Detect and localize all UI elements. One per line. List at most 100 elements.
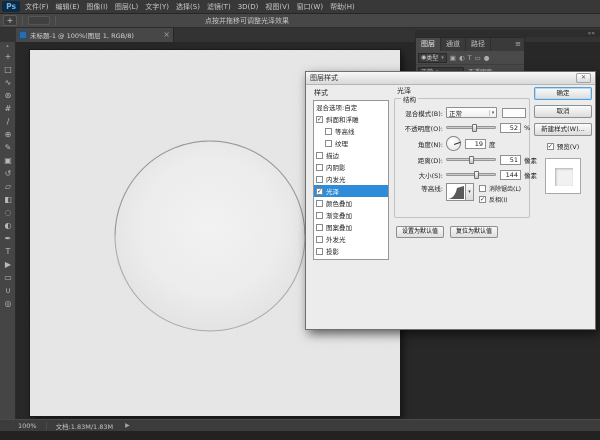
menu-item[interactable]: 文件(F) — [25, 2, 49, 12]
options-widget[interactable] — [28, 16, 50, 25]
distance-input[interactable]: 51 — [500, 155, 521, 165]
style-checkbox-outer-glow[interactable] — [316, 236, 323, 243]
style-item-gradient-overlay[interactable]: 渐变叠加 — [314, 209, 388, 221]
smart-object-filter-icon[interactable]: ● — [484, 53, 490, 63]
style-checkbox-inner-shadow[interactable] — [316, 164, 323, 171]
tool-rectangle-shape[interactable]: ▭ — [0, 271, 16, 284]
style-checkbox-drop-shadow[interactable] — [316, 248, 323, 255]
size-slider[interactable] — [446, 173, 496, 176]
tool-blur[interactable]: ◌ — [0, 206, 16, 219]
set-default-button[interactable]: 设置为默认值 — [396, 226, 444, 238]
tool-lasso[interactable]: ∿ — [0, 76, 16, 89]
ok-button[interactable]: 确定 — [534, 87, 592, 100]
contour-picker[interactable] — [446, 183, 466, 201]
menu-item[interactable]: 窗口(W) — [297, 2, 323, 12]
style-item-texture[interactable]: 纹理 — [314, 137, 388, 149]
tool-history-brush[interactable]: ↺ — [0, 167, 16, 180]
satin-color-swatch[interactable] — [502, 108, 526, 118]
angle-dial[interactable] — [446, 136, 461, 151]
style-item-stroke[interactable]: 描边 — [314, 149, 388, 161]
style-item-inner-shadow[interactable]: 内阴影 — [314, 161, 388, 173]
invert-checkbox[interactable]: ✓ — [479, 196, 486, 203]
style-item-pattern-overlay[interactable]: 图案叠加 — [314, 221, 388, 233]
style-checkbox-color-overlay[interactable] — [316, 200, 323, 207]
move-tool-icon[interactable]: + — [3, 15, 17, 26]
blend-mode-select[interactable]: 正常 ▾ — [446, 107, 497, 118]
pixel-layer-filter-icon[interactable]: ▣ — [450, 53, 456, 63]
menu-item[interactable]: 3D(D) — [238, 3, 259, 11]
menu-item[interactable]: 滤镜(T) — [207, 2, 231, 12]
panel-tab-channels[interactable]: 通道 — [441, 38, 466, 51]
adjustment-layer-filter-icon[interactable]: ◐ — [459, 53, 465, 63]
angle-input[interactable]: 19 — [465, 139, 486, 149]
opacity-slider-thumb[interactable] — [472, 124, 477, 132]
status-options-arrow-icon[interactable]: ▶ — [125, 422, 130, 429]
style-item-inner-glow[interactable]: 内发光 — [314, 173, 388, 185]
style-item-contour[interactable]: 等高线 — [314, 125, 388, 137]
style-item-satin[interactable]: ✓光泽 — [314, 185, 388, 197]
tool-eraser[interactable]: ▱ — [0, 180, 16, 193]
tool-dodge[interactable]: ◐ — [0, 219, 16, 232]
size-slider-thumb[interactable] — [474, 171, 479, 179]
style-checkbox-texture[interactable] — [325, 140, 332, 147]
antialias-option[interactable]: 消除锯齿(L) — [479, 183, 521, 194]
menu-item[interactable]: 图层(L) — [115, 2, 138, 12]
style-item-blending-options[interactable]: 混合选项:自定 — [314, 101, 388, 113]
tool-spot-healing-brush[interactable]: ⊕ — [0, 128, 16, 141]
tool-rectangular-marquee[interactable]: □ — [0, 63, 16, 76]
style-checkbox-pattern-overlay[interactable] — [316, 224, 323, 231]
tool-quick-selection[interactable]: ⊛ — [0, 89, 16, 102]
invert-option[interactable]: ✓ 反相(I) — [479, 194, 521, 205]
tool-clone-stamp[interactable]: ▣ — [0, 154, 16, 167]
layer-filter-select[interactable]: ◉ 类型 ▾ — [418, 53, 447, 63]
tool-gradient[interactable]: ◧ — [0, 193, 16, 206]
style-checkbox-stroke[interactable] — [316, 152, 323, 159]
dialog-title-bar[interactable]: 图层样式 ✕ — [306, 72, 595, 85]
size-input[interactable]: 144 — [500, 170, 521, 180]
tool-hand[interactable]: ∪ — [0, 284, 16, 297]
zoom-level-field[interactable]: 100% — [18, 422, 37, 430]
menu-item[interactable]: 图像(I) — [86, 2, 108, 12]
style-checkbox-satin[interactable]: ✓ — [316, 188, 323, 195]
style-checkbox-bevel-emboss[interactable]: ✓ — [316, 116, 323, 123]
panel-tab-layers[interactable]: 图层 — [416, 38, 441, 51]
shape-layer-filter-icon[interactable]: ▭ — [475, 53, 481, 63]
opacity-input[interactable]: 52 — [500, 123, 521, 133]
close-icon[interactable]: × — [163, 31, 170, 39]
menu-item[interactable]: 视图(V) — [265, 2, 289, 12]
new-style-button[interactable]: 新建样式(W)... — [534, 123, 592, 136]
opacity-slider[interactable] — [446, 126, 496, 129]
style-item-outer-glow[interactable]: 外发光 — [314, 233, 388, 245]
tool-eyedropper[interactable]: ∕ — [0, 115, 16, 128]
tool-type[interactable]: T — [0, 245, 16, 258]
panel-tab-paths[interactable]: 路径 — [466, 38, 491, 51]
tool-zoom[interactable]: ◎ — [0, 297, 16, 310]
antialias-checkbox[interactable] — [479, 185, 486, 192]
tool-pen[interactable]: ✒ — [0, 232, 16, 245]
chevron-down-icon[interactable]: ▾ — [466, 183, 474, 201]
tool-move[interactable]: + — [0, 50, 16, 63]
menu-item[interactable]: 帮助(H) — [330, 2, 355, 12]
style-item-color-overlay[interactable]: 颜色叠加 — [314, 197, 388, 209]
style-item-bevel-emboss[interactable]: ✓斜面和浮雕 — [314, 113, 388, 125]
style-checkbox-contour[interactable] — [325, 128, 332, 135]
menu-item[interactable]: 编辑(E) — [56, 2, 80, 12]
cancel-button[interactable]: 取消 — [534, 105, 592, 118]
menu-item[interactable]: 选择(S) — [176, 2, 200, 12]
type-layer-filter-icon[interactable]: T — [468, 53, 472, 63]
preview-option[interactable]: ✓ 预览(V) — [534, 141, 592, 151]
tool-brush[interactable]: ✎ — [0, 141, 16, 154]
menu-item[interactable]: 文字(Y) — [145, 2, 169, 12]
preview-checkbox[interactable]: ✓ — [547, 143, 554, 150]
distance-slider-thumb[interactable] — [469, 156, 474, 164]
tool-path-selection[interactable]: ▶ — [0, 258, 16, 271]
close-icon[interactable]: ✕ — [576, 73, 591, 83]
style-item-drop-shadow[interactable]: 投影 — [314, 245, 388, 257]
style-checkbox-gradient-overlay[interactable] — [316, 212, 323, 219]
distance-slider[interactable] — [446, 158, 496, 161]
tool-crop[interactable]: # — [0, 102, 16, 115]
style-checkbox-inner-glow[interactable] — [316, 176, 323, 183]
document-tab[interactable]: 未标题-1 @ 100%(图层 1, RGB/8) × — [16, 28, 174, 42]
collapse-panels-icon[interactable]: «« — [588, 30, 595, 37]
panel-menu-icon[interactable]: ≡ — [512, 38, 524, 51]
